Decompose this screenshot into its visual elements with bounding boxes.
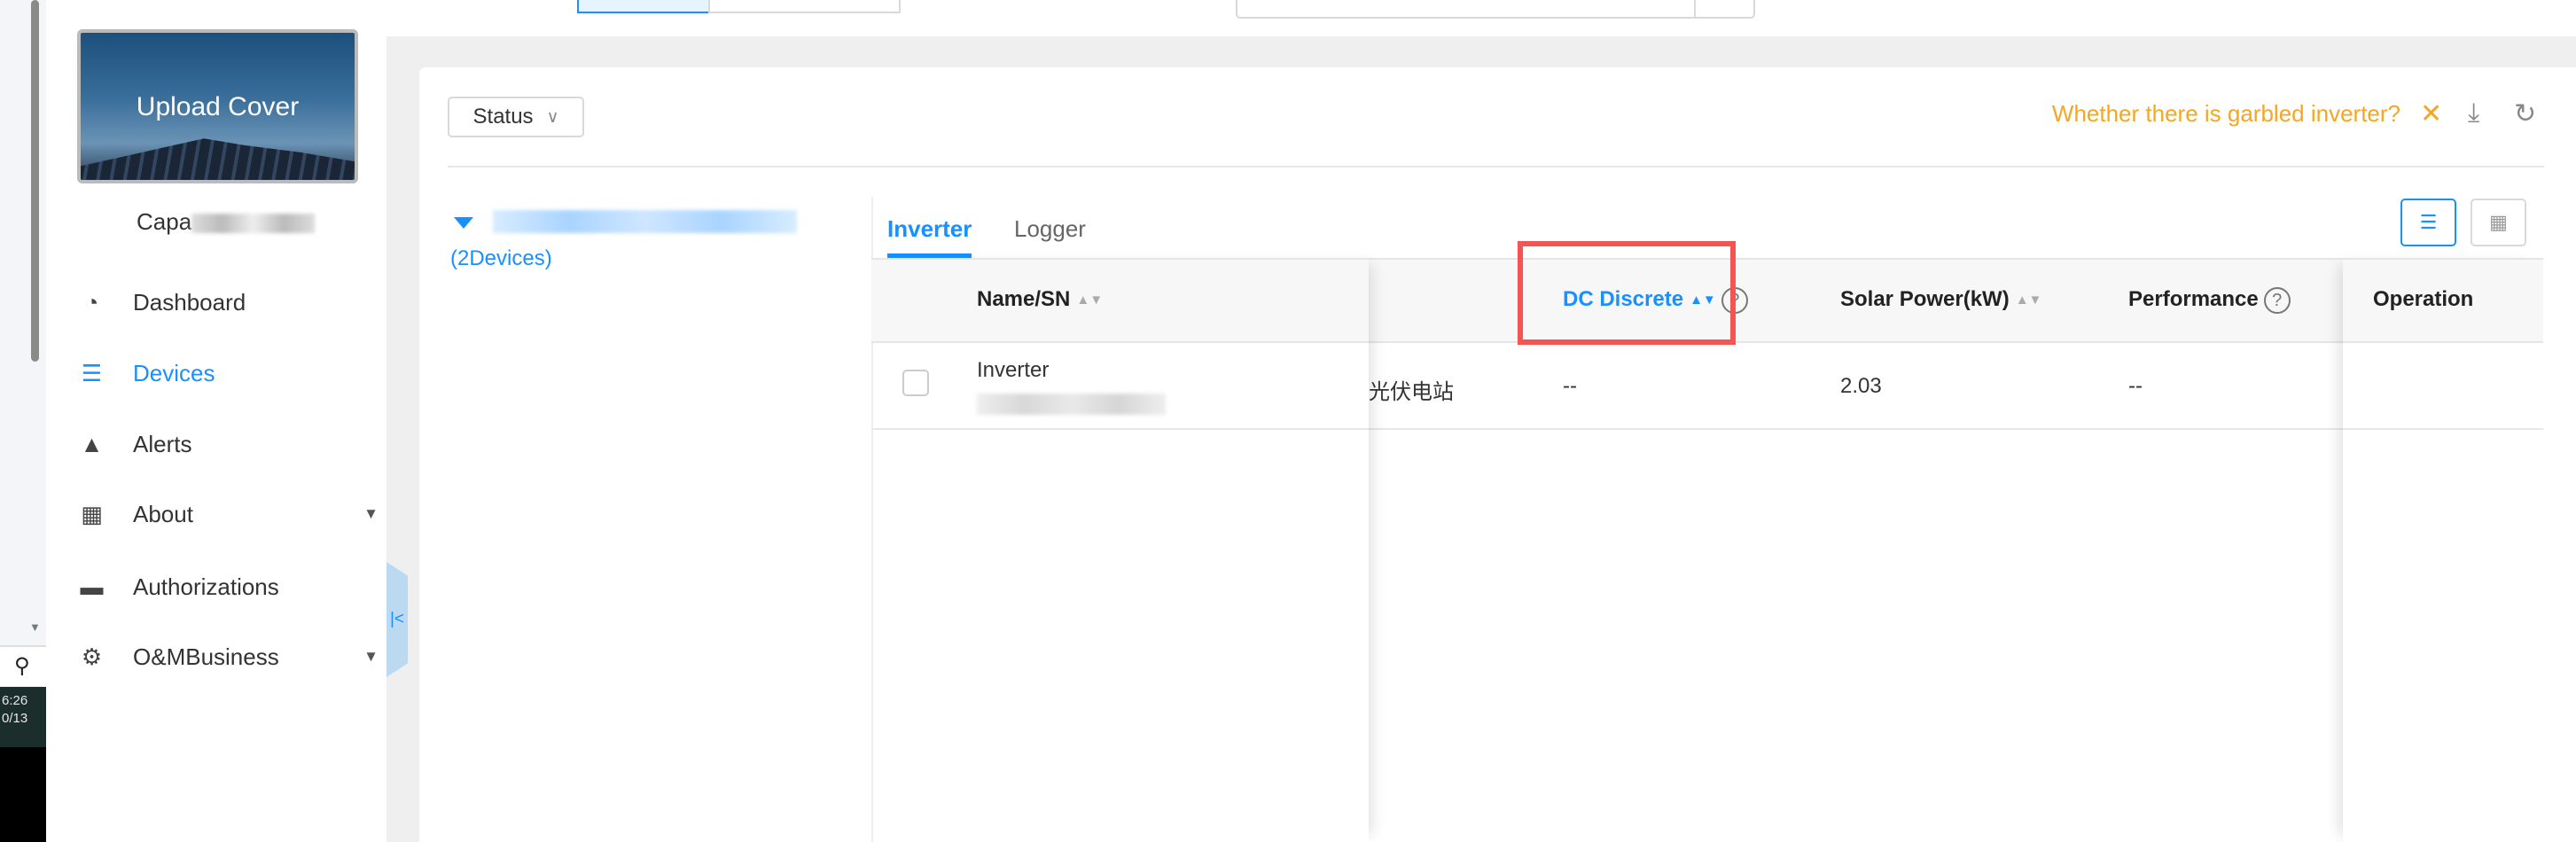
sidebar-item-label: Authorizations xyxy=(133,573,279,600)
chevron-down-icon: ∨ xyxy=(546,107,559,127)
refresh-icon[interactable]: ↻ xyxy=(2514,98,2536,129)
column-operation: Operation xyxy=(2373,287,2474,311)
table-row[interactable]: Inverter 光伏电站 -- 2.03 -- xyxy=(871,343,2543,430)
view-tab-topology[interactable] xyxy=(708,0,901,13)
tab-logger[interactable]: Logger xyxy=(1014,215,1086,243)
sidebar-item-label: Devices xyxy=(133,359,215,386)
scrollbar[interactable] xyxy=(31,0,39,362)
sort-icon: ▲▼ xyxy=(2015,292,2042,308)
column-performance[interactable]: Performance? xyxy=(2128,287,2291,314)
help-icon[interactable]: ? xyxy=(2263,287,2291,314)
sidebar-item-alerts[interactable]: ▲ Alerts xyxy=(77,419,373,469)
row-checkbox[interactable] xyxy=(902,370,929,396)
grid-icon: ▦ xyxy=(2489,211,2508,233)
list-icon: ☰ xyxy=(2419,211,2438,233)
tab-inverter[interactable]: Inverter xyxy=(887,215,972,258)
device-name[interactable]: Inverter xyxy=(977,358,1049,383)
solar-power-value: 2.03 xyxy=(1840,374,1882,398)
briefcase-key-icon: ▬ xyxy=(80,573,104,600)
highlight-annotation-box xyxy=(1518,241,1736,345)
sidebar-item-label: O&MBusiness xyxy=(133,643,279,670)
clock-time: 6:26 xyxy=(2,693,28,708)
column-label: Performance xyxy=(2128,287,2259,311)
status-label: Status xyxy=(472,105,534,129)
clock-date: 0/13 xyxy=(2,711,28,726)
alert-icon: ▲ xyxy=(80,430,104,457)
download-icon[interactable]: ⤓ xyxy=(2468,98,2479,129)
view-tab-selected[interactable] xyxy=(577,0,710,13)
search-input[interactable] xyxy=(1236,0,1755,19)
collapse-sidebar-button[interactable]: |< xyxy=(386,562,408,677)
plant-name-text: Capa xyxy=(137,208,192,235)
screen: ▼ ⚲ 6:26 0/13 Upload Cover Capa ◔ Dashboa… xyxy=(0,0,2576,842)
dashboard-icon: ◔ xyxy=(84,288,99,316)
column-name-sn[interactable]: Name/SN ▲▼ xyxy=(977,287,1103,312)
sidebar-item-about[interactable]: ▦ About ▼ xyxy=(77,489,379,539)
dc-discrete-value: -- xyxy=(1563,374,1577,398)
upload-cover-button[interactable]: Upload Cover xyxy=(77,29,358,183)
list-view-button[interactable]: ☰ xyxy=(2400,199,2456,246)
column-label: Name/SN xyxy=(977,287,1071,311)
sidebar-item-authorizations[interactable]: ▬ Authorizations xyxy=(77,562,373,612)
grid-view-button[interactable]: ▦ xyxy=(2471,199,2526,246)
solar-panels-image xyxy=(81,138,355,180)
devices-card: Status ∨ Whether there is garbled inverte… xyxy=(419,67,2576,842)
column-label: Solar Power(kW) xyxy=(1840,287,2010,311)
redacted-plant-name[interactable] xyxy=(493,210,797,233)
sidebar-item-devices[interactable]: ☰ Devices xyxy=(77,348,373,398)
taskbar-search[interactable]: ⚲ xyxy=(0,645,46,686)
redacted-sn xyxy=(977,394,1166,415)
close-icon[interactable]: ✕ xyxy=(2420,98,2442,129)
top-bar xyxy=(386,0,2576,36)
devices-icon: ☰ xyxy=(81,359,103,386)
sidebar-item-dashboard[interactable]: ◔ Dashboard xyxy=(77,277,373,327)
solar-panel-icon: ▦ xyxy=(81,500,103,527)
tree-expand-icon[interactable] xyxy=(454,217,473,229)
divider xyxy=(448,166,2544,168)
station-name: 光伏电站 xyxy=(1369,380,1454,404)
scroll-down-arrow-icon[interactable]: ▼ xyxy=(29,620,41,634)
taskbar-clock: 6:26 0/13 xyxy=(0,687,46,747)
plant-name: Capa xyxy=(137,208,316,236)
search-button[interactable] xyxy=(1694,0,1753,17)
garbled-inverter-link[interactable]: Whether there is garbled inverter? xyxy=(2052,100,2400,128)
tree-device-count[interactable]: (2Devices) xyxy=(450,246,552,271)
performance-value: -- xyxy=(2128,374,2143,398)
upload-cover-label: Upload Cover xyxy=(136,92,300,121)
taskbar-bottom xyxy=(0,747,46,842)
sidebar-item-label: Alerts xyxy=(133,430,192,457)
sort-icon: ▲▼ xyxy=(1076,292,1104,308)
sidebar-item-om-business[interactable]: ⚙ O&MBusiness ▼ xyxy=(77,632,379,682)
sidebar-item-label: About xyxy=(133,500,193,527)
redacted-text xyxy=(191,214,316,234)
gear-wrench-icon: ⚙ xyxy=(81,643,103,670)
sidebar-item-label: Dashboard xyxy=(133,288,246,316)
search-icon: ⚲ xyxy=(14,654,30,678)
status-dropdown[interactable]: Status ∨ xyxy=(448,97,584,137)
caret-down-icon: ▼ xyxy=(363,648,379,665)
collapse-left-icon: |< xyxy=(389,610,405,628)
column-solar-power[interactable]: Solar Power(kW) ▲▼ xyxy=(1840,287,2041,312)
sidebar: Upload Cover Capa ◔ Dashboard ☰ Devices ▲ A… xyxy=(46,0,386,842)
caret-down-icon: ▼ xyxy=(363,505,379,522)
